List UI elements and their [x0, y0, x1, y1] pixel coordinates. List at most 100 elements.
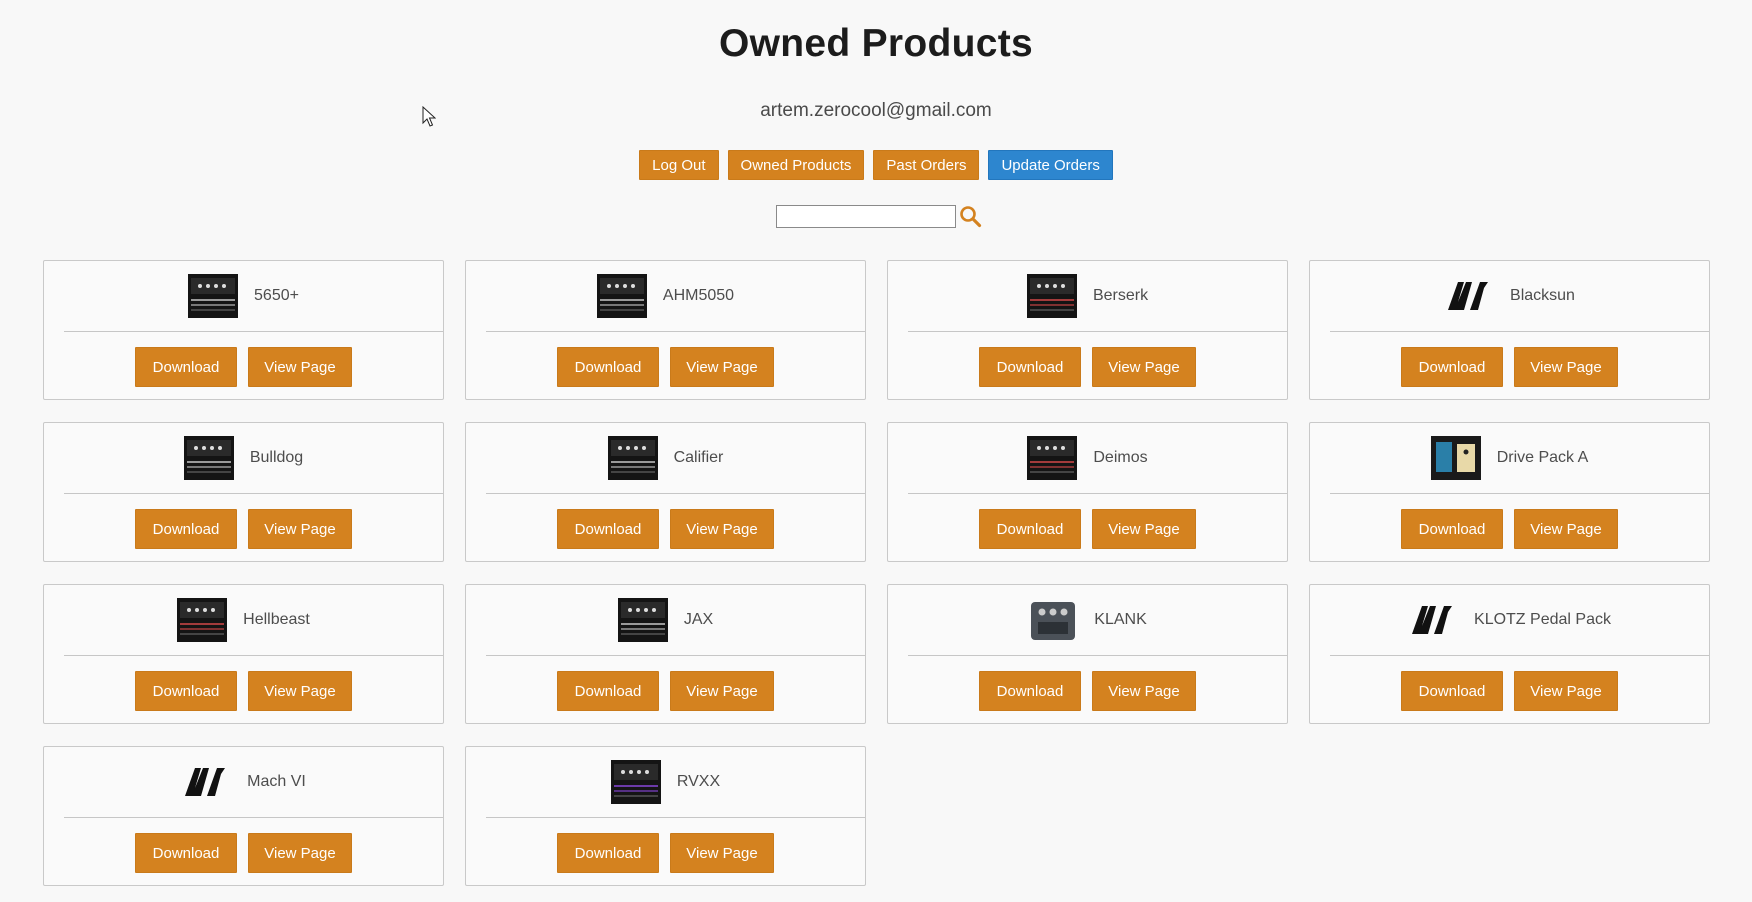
- product-card-header: KLANK: [888, 585, 1287, 655]
- download-button[interactable]: Download: [979, 509, 1081, 549]
- product-card-header: Bulldog: [44, 423, 443, 493]
- product-card: Drive Pack A Download View Page: [1309, 422, 1710, 562]
- product-actions: Download View Page: [888, 347, 1287, 387]
- card-divider: [1330, 655, 1709, 656]
- download-button[interactable]: Download: [557, 347, 659, 387]
- amp-thumbnail-icon: [188, 274, 239, 318]
- product-card: KLOTZ Pedal Pack Download View Page: [1309, 584, 1710, 724]
- card-divider: [1330, 493, 1709, 494]
- product-card-header: Deimos: [888, 423, 1287, 493]
- product-card: Hellbeast Download View Page: [43, 584, 444, 724]
- view-page-button[interactable]: View Page: [248, 347, 352, 387]
- view-page-button[interactable]: View Page: [670, 833, 774, 873]
- download-button[interactable]: Download: [979, 347, 1081, 387]
- amp-thumbnail-icon: [596, 274, 647, 318]
- view-page-button[interactable]: View Page: [1092, 509, 1196, 549]
- product-name: Drive Pack A: [1496, 449, 1589, 466]
- account-email: artem.zerocool@gmail.com: [760, 100, 992, 121]
- product-actions: Download View Page: [1310, 347, 1709, 387]
- download-button[interactable]: Download: [135, 833, 237, 873]
- card-divider: [64, 493, 443, 494]
- card-divider: [908, 331, 1287, 332]
- product-card-header: Hellbeast: [44, 585, 443, 655]
- product-name: Bulldog: [249, 449, 304, 466]
- product-card-header: AHM5050: [466, 261, 865, 331]
- product-card: AHM5050 Download View Page: [465, 260, 866, 400]
- view-page-button[interactable]: View Page: [1514, 509, 1618, 549]
- product-actions: Download View Page: [466, 347, 865, 387]
- download-button[interactable]: Download: [979, 671, 1081, 711]
- view-page-button[interactable]: View Page: [670, 347, 774, 387]
- product-actions: Download View Page: [466, 833, 865, 873]
- mouse-cursor-icon: [422, 106, 436, 127]
- view-page-button[interactable]: View Page: [248, 671, 352, 711]
- product-card: Califier Download View Page: [465, 422, 866, 562]
- product-card: Mach VI Download View Page: [43, 746, 444, 886]
- card-divider: [64, 331, 443, 332]
- view-page-button[interactable]: View Page: [248, 833, 352, 873]
- amp-thumbnail-icon: [617, 598, 668, 642]
- product-name: JAX: [683, 611, 714, 628]
- amp-thumbnail-icon: [177, 598, 228, 642]
- product-card-header: JAX: [466, 585, 865, 655]
- logout-button[interactable]: Log Out: [639, 150, 719, 180]
- owned-products-button[interactable]: Owned Products: [727, 150, 865, 180]
- download-button[interactable]: Download: [135, 671, 237, 711]
- product-card-header: Berserk: [888, 261, 1287, 331]
- amp-thumbnail-icon: [1026, 274, 1077, 318]
- product-name: RVXX: [676, 773, 721, 790]
- product-card: KLANK Download View Page: [887, 584, 1288, 724]
- product-actions: Download View Page: [1310, 671, 1709, 711]
- download-button[interactable]: Download: [1401, 347, 1503, 387]
- product-actions: Download View Page: [44, 833, 443, 873]
- owned-products-page: Owned Products artem.zerocool@gmail.com …: [0, 0, 1752, 902]
- product-actions: Download View Page: [888, 509, 1287, 549]
- product-actions: Download View Page: [466, 671, 865, 711]
- product-name: Blacksun: [1510, 287, 1575, 304]
- amp-thumbnail-icon: [610, 760, 661, 804]
- product-actions: Download View Page: [888, 671, 1287, 711]
- download-button[interactable]: Download: [135, 509, 237, 549]
- view-page-button[interactable]: View Page: [670, 509, 774, 549]
- product-actions: Download View Page: [44, 671, 443, 711]
- product-card-header: Drive Pack A: [1310, 423, 1709, 493]
- product-card: RVXX Download View Page: [465, 746, 866, 886]
- view-page-button[interactable]: View Page: [670, 671, 774, 711]
- brand-logo-icon: [185, 768, 226, 796]
- amp-thumbnail-icon: [607, 436, 658, 480]
- card-divider: [486, 493, 865, 494]
- download-button[interactable]: Download: [135, 347, 237, 387]
- amp-thumbnail-icon: [183, 436, 234, 480]
- amp-thumbnail-icon: [1027, 436, 1078, 480]
- product-card: JAX Download View Page: [465, 584, 866, 724]
- brand-logo-icon: [1448, 282, 1489, 310]
- view-page-button[interactable]: View Page: [1514, 347, 1618, 387]
- product-actions: Download View Page: [44, 347, 443, 387]
- view-page-button[interactable]: View Page: [1092, 347, 1196, 387]
- product-grid: 5650+ Download View Page AHM5050 Download Vie…: [43, 260, 1710, 886]
- product-card-header: Blacksun: [1310, 261, 1709, 331]
- product-name: AHM5050: [662, 287, 735, 304]
- search-bar: [776, 204, 982, 228]
- card-divider: [1330, 331, 1709, 332]
- product-card: Bulldog Download View Page: [43, 422, 444, 562]
- view-page-button[interactable]: View Page: [1514, 671, 1618, 711]
- download-button[interactable]: Download: [557, 833, 659, 873]
- product-name: KLANK: [1094, 611, 1147, 628]
- search-input[interactable]: [776, 204, 956, 228]
- product-card-header: 5650+: [44, 261, 443, 331]
- update-orders-button[interactable]: Update Orders: [988, 150, 1113, 180]
- past-orders-button[interactable]: Past Orders: [873, 150, 980, 180]
- download-button[interactable]: Download: [1401, 509, 1503, 549]
- download-button[interactable]: Download: [1401, 671, 1503, 711]
- view-page-button[interactable]: View Page: [248, 509, 352, 549]
- product-actions: Download View Page: [1310, 509, 1709, 549]
- product-card: 5650+ Download View Page: [43, 260, 444, 400]
- view-page-button[interactable]: View Page: [1092, 671, 1196, 711]
- card-divider: [486, 817, 865, 818]
- card-divider: [486, 655, 865, 656]
- pedal-thumbnail-icon: [1031, 602, 1076, 640]
- search-icon[interactable]: [958, 204, 982, 228]
- download-button[interactable]: Download: [557, 509, 659, 549]
- download-button[interactable]: Download: [557, 671, 659, 711]
